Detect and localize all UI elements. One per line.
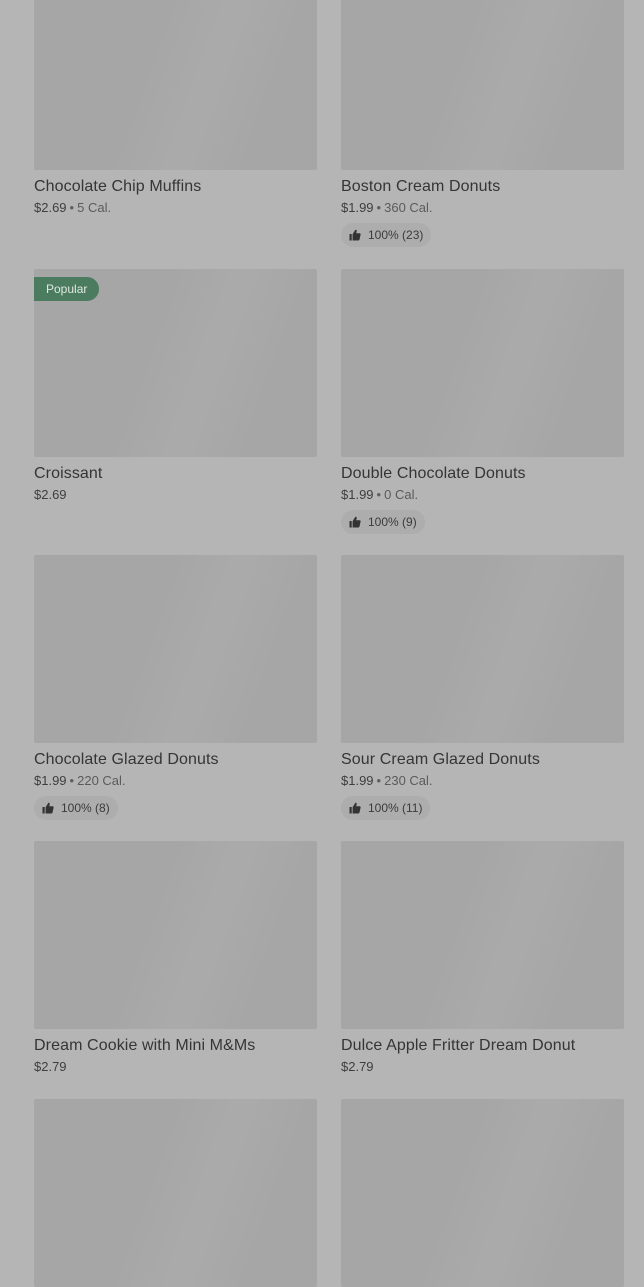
item-name: Sour Cream Glazed Donuts [341,751,540,768]
separator: • [69,200,75,215]
separator: • [376,773,382,788]
item-image[interactable] [34,841,317,1029]
item-name: Double Chocolate Donuts [341,465,526,482]
item-price: $1.99 [341,487,374,502]
menu-item-card[interactable]: Boston Cream Donuts $1.99 • 360 Cal. 100% … [341,0,624,247]
item-image[interactable] [34,1099,317,1287]
separator: • [376,200,382,215]
item-meta: $2.69 • 5 Cal. [34,200,317,216]
menu-item-card[interactable]: Sour Cream Glazed Donuts $1.99 • 230 Cal. … [341,555,624,820]
menu-item-card[interactable]: Dulce Apple Fritter Dream Donut $2.79 [341,841,624,1075]
separator: • [376,487,382,502]
item-image[interactable] [34,555,317,743]
item-name: Chocolate Glazed Donuts [34,751,219,768]
item-image[interactable]: Popular [34,269,317,457]
item-name: Boston Cream Donuts [341,178,501,195]
item-meta: $2.69 [34,487,317,503]
item-image[interactable] [341,555,624,743]
item-calories: 230 Cal. [384,773,433,788]
popular-badge: Popular [34,277,100,301]
item-meta: $2.79 [341,1059,624,1075]
menu-item-card[interactable]: Chocolate Glazed Donuts $1.99 • 220 Cal. 1… [34,555,317,820]
item-price: $1.99 [341,773,374,788]
item-meta: $1.99 • 220 Cal. [34,773,317,789]
item-name: Chocolate Chip Muffins [34,178,202,195]
rating-pill: 100% (11) [341,796,431,820]
item-meta: $1.99 • 360 Cal. [341,200,624,216]
rating-text: 100% (11) [368,801,423,815]
menu-item-card[interactable] [34,1099,317,1287]
item-image[interactable] [341,0,624,170]
item-calories: 0 Cal. [384,487,419,502]
thumbs-up-icon [349,229,361,241]
item-price: $1.99 [34,773,67,788]
item-name: Dulce Apple Fritter Dream Donut [341,1037,576,1054]
rating-pill: 100% (9) [341,510,425,534]
menu-item-card[interactable] [341,1099,624,1287]
menu-item-card[interactable]: Double Chocolate Donuts $1.99 • 0 Cal. 100… [341,269,624,534]
item-image[interactable] [341,841,624,1029]
item-price: $1.99 [341,200,374,215]
separator: • [69,773,75,788]
item-name: Dream Cookie with Mini M&Ms [34,1037,256,1054]
thumbs-up-icon [349,516,361,528]
item-image[interactable] [341,1099,624,1287]
menu-item-card[interactable]: Dream Cookie with Mini M&Ms $2.79 [34,841,317,1075]
thumbs-up-icon [349,802,361,814]
item-price: $2.69 [34,200,67,215]
rating-text: 100% (9) [368,515,417,529]
rating-pill: 100% (8) [34,796,118,820]
rating-pill: 100% (23) [341,223,432,247]
item-calories: 360 Cal. [384,200,433,215]
rating-text: 100% (8) [61,801,110,815]
thumbs-up-icon [42,802,54,814]
item-price: $2.69 [34,487,67,502]
menu-item-card[interactable]: Chocolate Chip Muffins $2.69 • 5 Cal. [34,0,317,216]
item-calories: 220 Cal. [77,773,126,788]
item-name: Croissant [34,465,103,482]
menu-item-card[interactable]: Popular Croissant $2.69 [34,269,317,503]
item-price: $2.79 [341,1059,374,1074]
item-price: $2.79 [34,1059,67,1074]
item-meta: $2.79 [34,1059,317,1075]
item-image[interactable] [341,269,624,457]
item-image[interactable] [34,0,317,170]
item-meta: $1.99 • 230 Cal. [341,773,624,789]
item-meta: $1.99 • 0 Cal. [341,487,624,503]
rating-text: 100% (23) [368,228,424,242]
item-calories: 5 Cal. [77,200,112,215]
